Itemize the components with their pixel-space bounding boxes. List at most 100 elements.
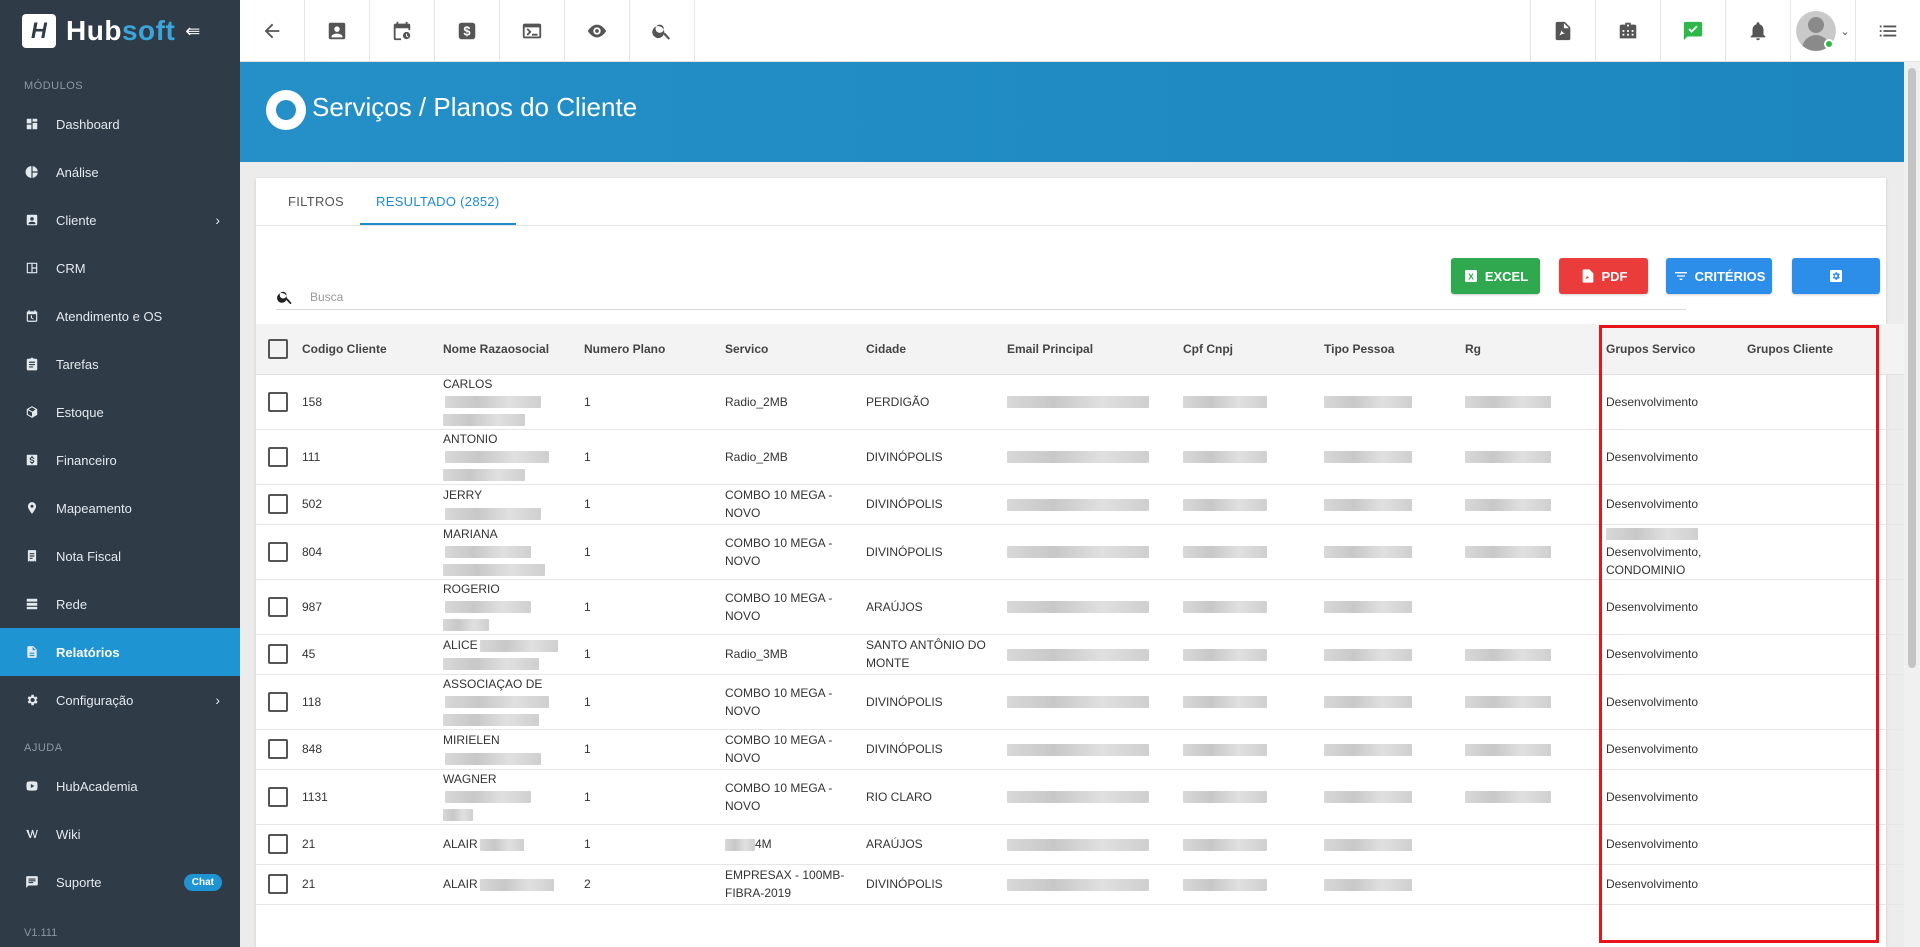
sidebar-item-relat-rios[interactable]: Relatórios — [0, 628, 240, 676]
table-row[interactable]: 848 MIRIELEN 1 COMBO 10 MEGA - NOVO DIVINÓPO… — [256, 729, 1920, 770]
table-row[interactable]: 502 JERRY 1 COMBO 10 MEGA - NOVO DIVINÓPOLIS… — [256, 484, 1920, 525]
cell-nome: ANTONIO — [431, 429, 572, 485]
sidebar-item-suporte[interactable]: Suporte Chat — [0, 858, 240, 906]
sidebar-item-estoque[interactable]: Estoque — [0, 388, 240, 436]
search-input[interactable] — [310, 289, 1610, 304]
back-arrow-icon[interactable] — [240, 0, 305, 62]
scrollbar-thumb[interactable] — [1908, 68, 1916, 668]
calendar-clock-icon — [24, 308, 40, 324]
col-header-grupos-cliente[interactable]: Grupos Cliente — [1735, 324, 1875, 375]
row-checkbox[interactable] — [268, 834, 288, 854]
row-checkbox[interactable] — [268, 541, 288, 562]
cell-plano: 1 — [572, 769, 713, 825]
checkbox-cell — [256, 769, 290, 825]
contact-card-icon[interactable] — [305, 0, 370, 62]
export-excel-button[interactable]: X EXCEL — [1451, 258, 1540, 294]
redacted-cpf — [1183, 546, 1267, 559]
dollar-icon[interactable]: $ — [435, 0, 500, 62]
row-checkbox[interactable] — [268, 494, 288, 514]
sidebar-item-mapeamento[interactable]: Mapeamento — [0, 484, 240, 532]
row-checkbox[interactable] — [268, 446, 288, 467]
cell-tipo — [1312, 864, 1453, 905]
cell-plano: 1 — [572, 634, 713, 675]
pdf-file-icon[interactable] — [1530, 0, 1595, 62]
cell-rg — [1453, 579, 1594, 635]
user-menu[interactable]: ⌄ — [1790, 0, 1855, 62]
brand-name-a: Hub — [66, 15, 122, 46]
sidebar-item-wiki[interactable]: Wiki — [0, 810, 240, 858]
chat-badge[interactable]: Chat — [183, 873, 222, 891]
sidebar-item-tarefas[interactable]: Tarefas — [0, 340, 240, 388]
sidebar-item-nota-fiscal[interactable]: Nota Fiscal — [0, 532, 240, 580]
table-row[interactable]: 1131 WAGNER 1 COMBO 10 MEGA - NOVO RIO CLARO… — [256, 769, 1920, 825]
col-header-cidade[interactable]: Cidade — [854, 324, 995, 375]
sidebar-item-cliente[interactable]: Cliente › — [0, 196, 240, 244]
sidebar-item-rede[interactable]: Rede — [0, 580, 240, 628]
building-icon[interactable] — [1595, 0, 1660, 62]
search-icon[interactable] — [630, 0, 695, 62]
sidebar-item-an-lise[interactable]: Análise — [0, 148, 240, 196]
col-header-grupos-servico[interactable]: Grupos Servico — [1594, 324, 1735, 375]
sidebar-item-crm[interactable]: CRM — [0, 244, 240, 292]
eye-icon[interactable] — [565, 0, 630, 62]
bell-icon[interactable] — [1725, 0, 1790, 62]
topbar: $ ⌄ — [240, 0, 1920, 62]
sidebar-item-configura-o[interactable]: Configuração › — [0, 676, 240, 724]
sidebar-item-dashboard[interactable]: Dashboard — [0, 100, 240, 148]
cell-grupos-servico-text: Desenvolvimento — [1606, 449, 1699, 464]
column-settings-button[interactable] — [1792, 258, 1880, 294]
cell-rg — [1453, 729, 1594, 770]
sidebar-item-financeiro[interactable]: Financeiro — [0, 436, 240, 484]
cell-plano: 1 — [572, 579, 713, 635]
cell-email — [995, 769, 1171, 825]
table-row[interactable]: 118 ASSOCIAÇAO DE 1 COMBO 10 MEGA - NOVO DIV… — [256, 674, 1920, 730]
criterios-button[interactable]: CRITÉRIOS — [1666, 258, 1772, 294]
table-row[interactable]: 21 ALAIR 1 4M ARAÚJOS Desenvolvimento — [256, 824, 1920, 865]
export-pdf-button[interactable]: PDF — [1559, 258, 1648, 294]
brand[interactable]: H Hubsoft ⇚ — [0, 0, 240, 62]
checkbox-cell — [256, 729, 290, 770]
row-checkbox[interactable] — [268, 644, 288, 664]
row-checkbox[interactable] — [268, 739, 288, 759]
redacted-email — [1007, 838, 1149, 851]
col-header-email[interactable]: Email Principal — [995, 324, 1171, 375]
col-header-codigo[interactable]: Codigo Cliente — [290, 324, 431, 375]
col-header-rg[interactable]: Rg — [1453, 324, 1594, 375]
redacted-group — [1606, 528, 1698, 541]
sidebar-item-atendimento-e-os[interactable]: Atendimento e OS — [0, 292, 240, 340]
tab-filtros[interactable]: FILTROS — [272, 178, 360, 225]
table-row[interactable]: 45 ALICE 1 Radio_3MB SANTO ANTÔNIO DO MONTE D… — [256, 634, 1920, 675]
col-header-nome[interactable]: Nome Razaosocial — [431, 324, 572, 375]
row-checkbox[interactable] — [268, 391, 288, 412]
sidebar-item-label: Tarefas — [56, 356, 99, 372]
redacted-name — [443, 564, 545, 577]
row-checkbox[interactable] — [268, 691, 288, 712]
row-checkbox[interactable] — [268, 786, 288, 807]
table-row[interactable]: 158 CARLOS 1 Radio_2MB PERDIGÃO Desenvolvimen… — [256, 374, 1920, 430]
redacted-name — [445, 791, 531, 804]
col-header-tipo[interactable]: Tipo Pessoa — [1312, 324, 1453, 375]
chat-check-icon[interactable] — [1660, 0, 1725, 62]
cell-cpf — [1171, 769, 1312, 825]
list-menu-icon[interactable] — [1855, 0, 1920, 62]
terminal-icon[interactable] — [500, 0, 565, 62]
page-scrollbar[interactable] — [1904, 62, 1920, 947]
table-row[interactable]: 804 MARIANA 1 COMBO 10 MEGA - NOVO DIVINÓPOL… — [256, 524, 1920, 580]
cell-nome: CARLOS — [431, 374, 572, 430]
table-row[interactable]: 21 ALAIR 2 EMPRESAX - 100MB-FIBRA-2019 DIVIN… — [256, 864, 1920, 905]
row-checkbox[interactable] — [268, 596, 288, 617]
sidebar-item-hubacademia[interactable]: HubAcademia — [0, 762, 240, 810]
row-checkbox[interactable] — [268, 874, 288, 894]
redacted-rg — [1465, 451, 1551, 464]
redacted-cpf — [1183, 498, 1267, 511]
table-row[interactable]: 111 ANTONIO 1 Radio_2MB DIVINÓPOLIS Desenvolv… — [256, 429, 1920, 485]
select-all-checkbox[interactable] — [268, 338, 288, 359]
col-header-plano[interactable]: Numero Plano — [572, 324, 713, 375]
tab-resultado[interactable]: RESULTADO (2852) — [360, 178, 516, 225]
col-header-servico[interactable]: Servico — [713, 324, 854, 375]
redacted-email — [1007, 878, 1149, 891]
col-header-cpf[interactable]: Cpf Cnpj — [1171, 324, 1312, 375]
calendar-clock-icon[interactable] — [370, 0, 435, 62]
menu-collapse-icon[interactable]: ⇚ — [185, 21, 200, 42]
table-row[interactable]: 987 ROGERIO 1 COMBO 10 MEGA - NOVO ARAÚJOS De… — [256, 579, 1920, 635]
